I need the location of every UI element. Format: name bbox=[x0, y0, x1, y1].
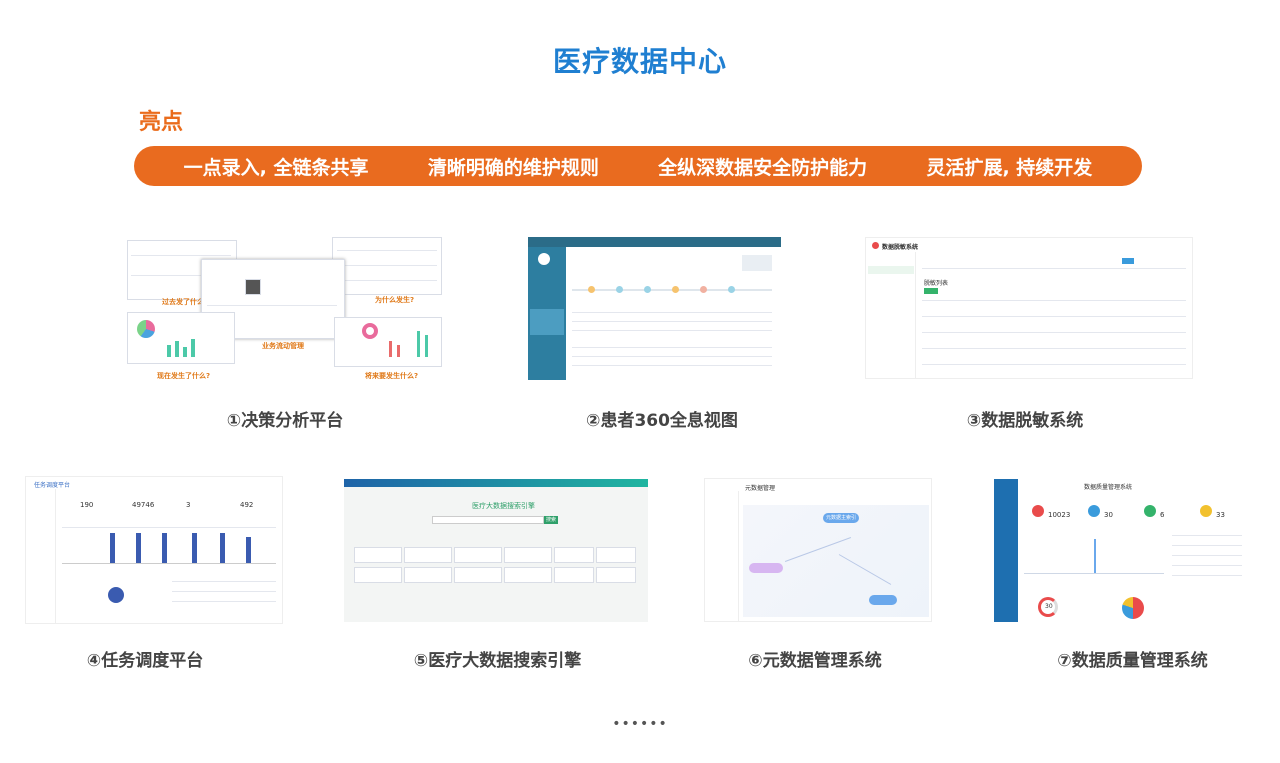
data-masking-screenshot[interactable]: 数据脱敏系统 脱敏列表 bbox=[865, 237, 1193, 379]
system-caption: ⑦数据质量管理系统 bbox=[1057, 651, 1208, 671]
banner-item: 全纵深数据安全防护能力 bbox=[658, 156, 868, 179]
question-label: 业务流动管理 bbox=[262, 342, 304, 350]
data-quality-screenshot[interactable]: 数据质量管理系统 10023 30 6 33 30 bbox=[994, 479, 1249, 622]
app-title: 数据脱敏系统 bbox=[882, 244, 919, 251]
stat-value: 6 bbox=[1160, 511, 1165, 519]
stat-circle bbox=[1032, 505, 1044, 517]
question-label: 将来要发生什么? bbox=[365, 372, 419, 379]
system-caption: ⑤医疗大数据搜索引擎 bbox=[413, 651, 582, 671]
app-title: 元数据管理 bbox=[745, 485, 776, 492]
stat-value: 492 bbox=[240, 501, 254, 509]
stat-value: 190 bbox=[80, 501, 94, 509]
app-title: 医疗大数据搜索引擎 bbox=[472, 502, 535, 510]
highlight-banner: 一点录入, 全链条共享 清晰明确的维护规则 全纵深数据安全防护能力 灵活扩展, … bbox=[134, 146, 1142, 186]
banner-item: 清晰明确的维护规则 bbox=[427, 156, 599, 179]
more-indicator: •••••• bbox=[612, 716, 668, 732]
pie-chart bbox=[1122, 597, 1144, 619]
app-title: 数据质量管理系统 bbox=[1084, 484, 1133, 491]
search-button[interactable]: 搜索 bbox=[544, 516, 558, 524]
stat-value: 30 bbox=[1104, 511, 1113, 519]
avatar bbox=[538, 253, 550, 265]
graph-node[interactable]: 元数据主索引 bbox=[823, 513, 859, 523]
banner-item: 一点录入, 全链条共享 bbox=[183, 156, 369, 179]
list-title: 脱敏列表 bbox=[924, 280, 949, 287]
page-title: 医疗数据中心 bbox=[552, 45, 727, 78]
system-caption: ④任务调度平台 bbox=[86, 651, 204, 671]
task-scheduling-screenshot[interactable]: 任务调度平台 190 49746 3 492 bbox=[25, 476, 283, 624]
decision-analysis-screenshot[interactable]: 过去发了什么? 为什么发生? 业务流动管理 现在发生了什么? 将来要发生什么? bbox=[127, 235, 445, 379]
donut-chart bbox=[362, 323, 378, 339]
gauge-value: 30 bbox=[1045, 603, 1053, 610]
highlight-label: 亮点 bbox=[139, 110, 184, 135]
pie-chart bbox=[108, 587, 124, 603]
pie-chart bbox=[137, 320, 155, 338]
app-title: 任务调度平台 bbox=[34, 482, 71, 489]
system-caption: ③数据脱敏系统 bbox=[966, 411, 1084, 431]
question-label: 为什么发生? bbox=[375, 296, 415, 304]
metadata-management-screenshot[interactable]: 元数据管理 元数据主索引 bbox=[704, 478, 932, 622]
search-engine-screenshot[interactable]: 医疗大数据搜索引擎 搜索 bbox=[344, 479, 648, 622]
graph-node[interactable] bbox=[749, 563, 783, 573]
patient-360-screenshot[interactable] bbox=[528, 237, 781, 380]
stat-circle bbox=[1088, 505, 1100, 517]
banner-item: 灵活扩展, 持续开发 bbox=[926, 156, 1093, 179]
search-input[interactable] bbox=[432, 516, 544, 524]
graph-node[interactable] bbox=[869, 595, 897, 605]
stat-value: 33 bbox=[1216, 511, 1225, 519]
stat-circle bbox=[1200, 505, 1212, 517]
system-caption: ①决策分析平台 bbox=[226, 411, 344, 431]
system-caption: ⑥元数据管理系统 bbox=[748, 651, 882, 671]
stat-circle bbox=[1144, 505, 1156, 517]
stat-value: 10023 bbox=[1048, 511, 1071, 519]
logo-icon bbox=[872, 242, 879, 249]
system-caption: ②患者360全息视图 bbox=[586, 411, 738, 431]
stat-value: 49746 bbox=[132, 501, 155, 509]
question-label: 现在发生了什么? bbox=[157, 372, 211, 379]
stat-value: 3 bbox=[186, 501, 191, 509]
